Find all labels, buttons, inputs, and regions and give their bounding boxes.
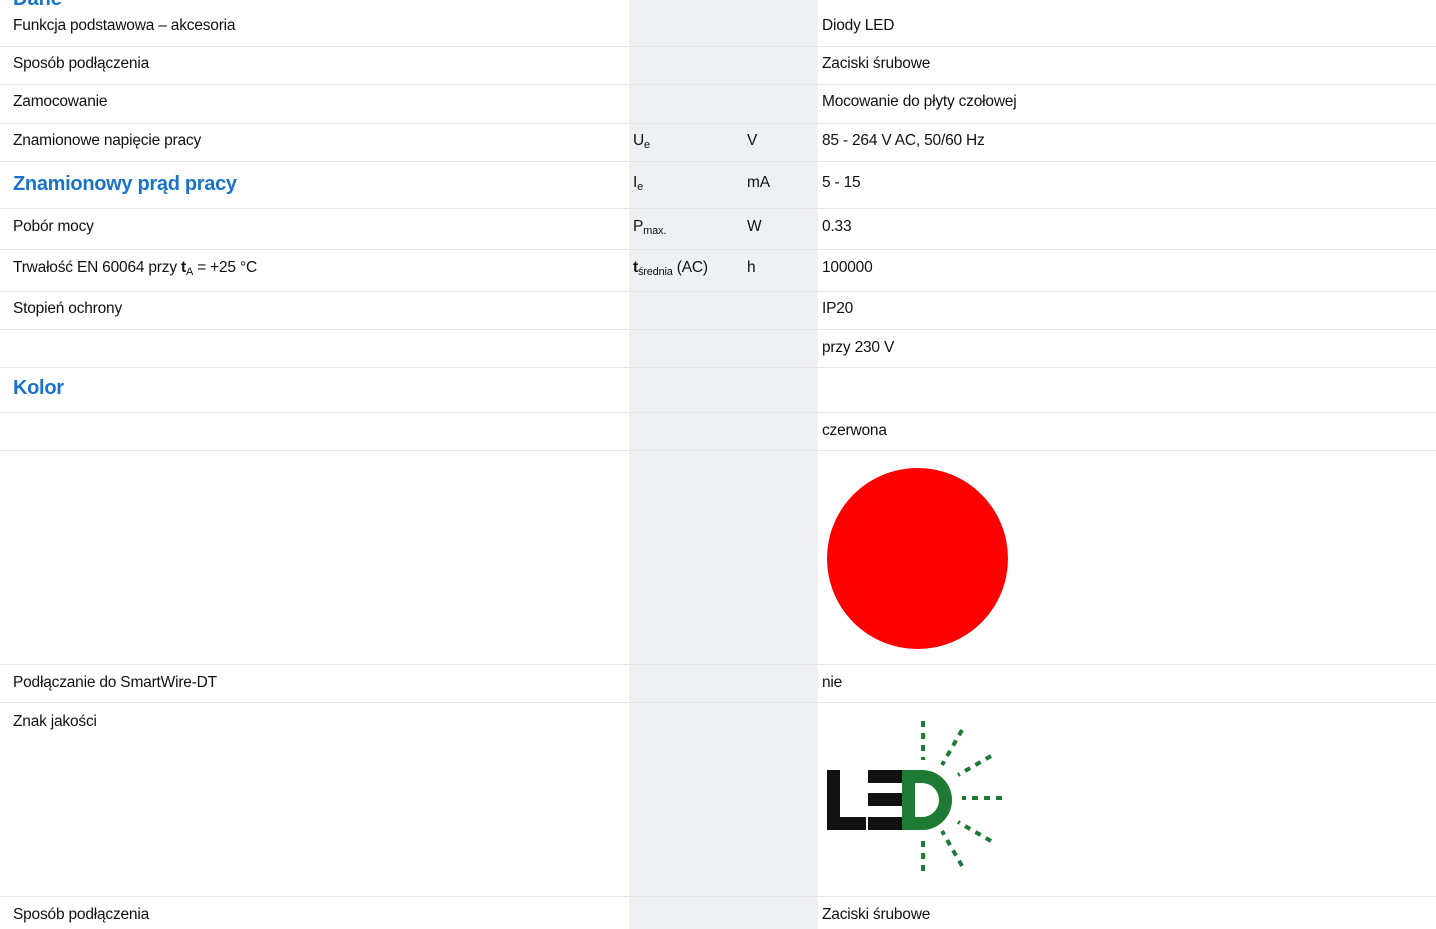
row-label: Pobór mocy	[13, 218, 94, 235]
row-unit: W	[747, 218, 762, 235]
row-unit: h	[747, 259, 756, 276]
red-circle-icon	[827, 468, 1008, 649]
row-label: Sposób podłączenia	[13, 55, 150, 72]
row-symbol: Pmax.	[633, 218, 667, 237]
row-unit: V	[747, 132, 758, 149]
row-value: Diody LED	[822, 17, 895, 34]
row-label: Stopień ochrony	[13, 300, 123, 317]
row-label: Podłączanie do SmartWire-DT	[13, 674, 217, 691]
datasheet-page: Dane Funkcja podstawowa – akcesoria Diod…	[0, 0, 1436, 929]
row-label: Znak jakości	[13, 713, 97, 730]
spec-table: Funkcja podstawowa – akcesoria Diody LED…	[0, 0, 1436, 929]
table-row: przy 230 V	[0, 330, 1436, 368]
row-label: Trwałość EN 60064 przy tA = +25 °C	[13, 259, 257, 278]
led-logo-icon	[827, 721, 1002, 871]
table-row: Kolor	[0, 368, 1436, 413]
row-value: 85 - 264 V AC, 50/60 Hz	[822, 132, 985, 149]
table-row: Zamocowanie Mocowanie do płyty czołowej	[0, 85, 1436, 124]
table-row: Sposób podłączenia Zaciski śrubowe	[0, 47, 1436, 85]
row-label: Funkcja podstawowa – akcesoria	[13, 17, 236, 34]
table-row: Znamionowe napięcie pracy Ue V 85 - 264 …	[0, 124, 1436, 162]
row-value: Mocowanie do płyty czołowej	[822, 93, 1017, 110]
table-row: Podłączanie do SmartWire-DT nie	[0, 665, 1436, 703]
row-symbol: tśrednia (AC)	[633, 259, 708, 278]
table-row: Funkcja podstawowa – akcesoria Diody LED	[0, 0, 1436, 47]
table-row: Sposób podłączenia Zaciski śrubowe	[0, 897, 1436, 929]
row-symbol: Ue	[633, 132, 650, 151]
table-row: Pobór mocy Pmax. W 0.33	[0, 209, 1436, 250]
table-row: Stopień ochrony IP20	[0, 292, 1436, 330]
row-value: IP20	[822, 300, 854, 317]
table-row: Znak jakości	[0, 703, 1436, 897]
row-label: Znamionowe napięcie pracy	[13, 132, 201, 149]
section-heading: Znamionowy prąd pracy	[13, 173, 237, 195]
row-value: 0.33	[822, 218, 852, 235]
row-value: 5 - 15	[822, 174, 861, 191]
row-value: czerwona	[822, 422, 887, 439]
table-row: Znamionowy prąd pracy Ie mA 5 - 15	[0, 162, 1436, 209]
row-unit: mA	[747, 174, 770, 191]
row-value: przy 230 V	[822, 339, 895, 356]
row-value: 100000	[822, 259, 873, 276]
row-value: Zaciski śrubowe	[822, 55, 931, 72]
row-symbol: Ie	[633, 174, 644, 193]
section-heading: Kolor	[13, 377, 64, 399]
table-row: czerwona	[0, 413, 1436, 451]
table-row-color-swatch	[0, 451, 1436, 665]
row-value: nie	[822, 674, 843, 691]
row-value: Zaciski śrubowe	[822, 906, 931, 923]
row-label: Sposób podłączenia	[13, 906, 150, 923]
table-row: Trwałość EN 60064 przy tA = +25 °C tśred…	[0, 250, 1436, 292]
row-label: Zamocowanie	[13, 93, 108, 110]
